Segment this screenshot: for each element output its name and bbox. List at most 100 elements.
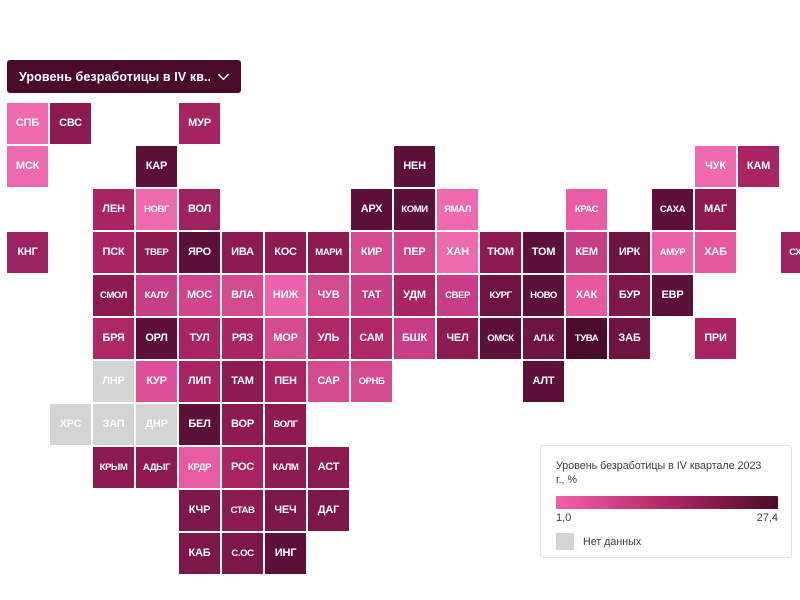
region-tile-label: ХАК <box>575 289 598 301</box>
region-tile[interactable]: АМУР <box>652 232 693 273</box>
region-tile[interactable]: ХАН <box>437 232 478 273</box>
region-tile[interactable]: РЯЗ <box>222 318 263 359</box>
region-tile[interactable]: ТАТ <box>351 275 392 316</box>
region-tile[interactable]: КРДР <box>179 447 220 488</box>
region-tile[interactable]: ВЛА <box>222 275 263 316</box>
legend-scale: 1,0 27,4 <box>556 512 778 524</box>
region-tile[interactable]: НИЖ <box>265 275 306 316</box>
region-tile[interactable]: ПЕР <box>394 232 435 273</box>
region-tile[interactable]: ДАГ <box>308 490 349 531</box>
region-tile[interactable]: ТВЕР <box>136 232 177 273</box>
region-tile[interactable]: МОР <box>265 318 306 359</box>
region-tile[interactable]: СХЛН <box>781 232 800 273</box>
region-tile-label: ХРС <box>59 418 82 430</box>
region-tile[interactable]: ЕВР <box>652 275 693 316</box>
region-tile[interactable]: НЕН <box>394 146 435 187</box>
region-tile-label: ЯМАЛ <box>444 203 471 215</box>
region-tile[interactable]: КУРГ <box>480 275 521 316</box>
region-tile-label: ЗАБ <box>618 332 641 344</box>
region-tile[interactable]: КОМИ <box>394 189 435 230</box>
region-tile[interactable]: БЕЛ <box>179 404 220 445</box>
region-tile[interactable]: ЯМАЛ <box>437 189 478 230</box>
region-tile[interactable]: ХАБ <box>695 232 736 273</box>
region-tile[interactable]: ОРНБ <box>351 361 392 402</box>
region-tile[interactable]: САМ <box>351 318 392 359</box>
region-tile[interactable]: ВОЛГ <box>265 404 306 445</box>
region-tile[interactable]: АСТ <box>308 447 349 488</box>
region-tile[interactable]: ПРИ <box>695 318 736 359</box>
region-tile[interactable]: АРХ <box>351 189 392 230</box>
region-tile[interactable]: ОРЛ <box>136 318 177 359</box>
region-tile[interactable]: НОВГ <box>136 189 177 230</box>
region-tile-label: СТАВ <box>230 504 255 516</box>
region-tile[interactable]: БРЯ <box>93 318 134 359</box>
region-tile-label: НОВГ <box>144 203 169 215</box>
region-tile[interactable]: КОС <box>265 232 306 273</box>
region-tile[interactable]: ВОЛ <box>179 189 220 230</box>
region-tile[interactable]: САР <box>308 361 349 402</box>
region-tile-label: САР <box>317 375 340 387</box>
region-tile[interactable]: ИРК <box>609 232 650 273</box>
region-tile[interactable]: ХАК <box>566 275 607 316</box>
region-tile[interactable]: КЕМ <box>566 232 607 273</box>
region-tile[interactable]: ТУВА <box>566 318 607 359</box>
region-tile[interactable]: РОС <box>222 447 263 488</box>
region-tile[interactable]: ЛЕН <box>93 189 134 230</box>
region-tile[interactable]: КЧР <box>179 490 220 531</box>
region-tile[interactable]: НОВО <box>523 275 564 316</box>
region-tile[interactable]: ЗАБ <box>609 318 650 359</box>
region-tile[interactable]: СВЕР <box>437 275 478 316</box>
region-tile[interactable]: АЛ.К <box>523 318 564 359</box>
region-tile[interactable]: ДНР <box>136 404 177 445</box>
region-tile-label: ЧУВ <box>317 289 340 301</box>
region-tile[interactable]: ТУЛ <box>179 318 220 359</box>
region-tile[interactable]: С.ОС <box>222 533 263 574</box>
region-tile[interactable]: КАЛМ <box>265 447 306 488</box>
region-tile[interactable]: ЧЕЛ <box>437 318 478 359</box>
region-tile[interactable]: ЗАП <box>93 404 134 445</box>
region-tile[interactable]: КРАС <box>566 189 607 230</box>
region-tile[interactable]: КРЫМ <box>93 447 134 488</box>
region-tile[interactable]: ХРС <box>50 404 91 445</box>
region-tile[interactable]: СМОЛ <box>93 275 134 316</box>
region-tile[interactable]: МАГ <box>695 189 736 230</box>
region-tile-label: ЛНР <box>102 375 125 387</box>
region-tile-label: БРЯ <box>102 332 125 344</box>
region-tile[interactable]: МСК <box>7 146 48 187</box>
region-tile[interactable]: МУР <box>179 103 220 144</box>
region-tile[interactable]: ЧЕЧ <box>265 490 306 531</box>
region-tile[interactable]: ИВА <box>222 232 263 273</box>
region-tile[interactable]: ОМСК <box>480 318 521 359</box>
region-tile[interactable]: ИНГ <box>265 533 306 574</box>
region-tile[interactable]: АЛТ <box>523 361 564 402</box>
region-tile[interactable]: ВОР <box>222 404 263 445</box>
region-tile[interactable]: ЛНР <box>93 361 134 402</box>
region-tile[interactable]: ТАМ <box>222 361 263 402</box>
region-tile[interactable]: ТЮМ <box>480 232 521 273</box>
region-tile[interactable]: КАБ <box>179 533 220 574</box>
region-tile[interactable]: КУР <box>136 361 177 402</box>
region-tile[interactable]: СПБ <box>7 103 48 144</box>
region-tile[interactable]: БШК <box>394 318 435 359</box>
region-tile[interactable]: УЛЬ <box>308 318 349 359</box>
region-tile[interactable]: СВС <box>50 103 91 144</box>
region-tile[interactable]: ПСК <box>93 232 134 273</box>
region-tile[interactable]: ЧУВ <box>308 275 349 316</box>
region-tile[interactable]: СТАВ <box>222 490 263 531</box>
region-tile[interactable]: САХА <box>652 189 693 230</box>
region-tile[interactable]: ЯРО <box>179 232 220 273</box>
region-tile[interactable]: БУР <box>609 275 650 316</box>
region-tile[interactable]: МАРИ <box>308 232 349 273</box>
region-tile[interactable]: КАР <box>136 146 177 187</box>
region-tile[interactable]: ЛИП <box>179 361 220 402</box>
region-tile[interactable]: ЧУК <box>695 146 736 187</box>
region-tile[interactable]: УДМ <box>394 275 435 316</box>
region-tile[interactable]: КИР <box>351 232 392 273</box>
region-tile[interactable]: ПЕН <box>265 361 306 402</box>
region-tile[interactable]: КНГ <box>7 232 48 273</box>
region-tile[interactable]: КАЛУ <box>136 275 177 316</box>
region-tile[interactable]: КАМ <box>738 146 779 187</box>
region-tile[interactable]: ТОМ <box>523 232 564 273</box>
region-tile[interactable]: МОС <box>179 275 220 316</box>
region-tile[interactable]: АДЫГ <box>136 447 177 488</box>
